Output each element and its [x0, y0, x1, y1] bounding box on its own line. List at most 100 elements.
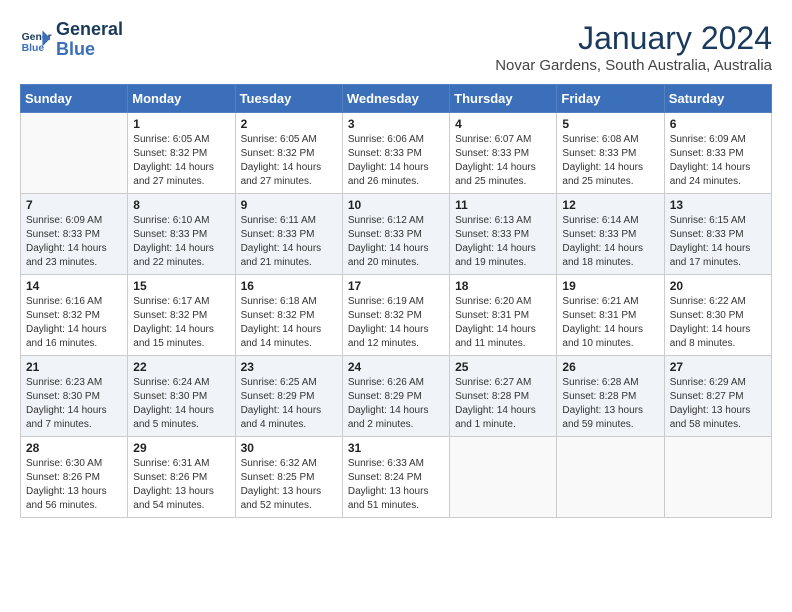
day-info: Sunrise: 6:15 AM Sunset: 8:33 PM Dayligh… [670, 214, 766, 270]
calendar-cell: 12 Sunrise: 6:14 AM Sunset: 8:33 PM Dayli… [557, 194, 664, 275]
day-info: Sunrise: 6:19 AM Sunset: 8:32 PM Dayligh… [348, 295, 444, 351]
calendar-cell: 14Sunrise: 6:16 AM Sunset: 8:32 PM Dayli… [21, 275, 128, 356]
calendar-week-row: 28 Sunrise: 6:30 AM Sunset: 8:26 PM Dayli… [21, 437, 772, 518]
calendar-cell: 8 Sunrise: 6:10 AM Sunset: 8:33 PM Daylig… [128, 194, 235, 275]
day-info: Sunrise: 6:32 AM Sunset: 8:25 PM Dayligh… [241, 457, 337, 513]
day-number: 22 [133, 360, 229, 374]
calendar-cell: 10 Sunrise: 6:12 AM Sunset: 8:33 PM Dayli… [342, 194, 449, 275]
day-number: 6 [670, 117, 766, 131]
day-number: 18 [455, 279, 551, 293]
page-header: General Blue General Blue January 2024 N… [20, 20, 772, 74]
day-number: 15 [133, 279, 229, 293]
calendar-cell: 22Sunrise: 6:24 AM Sunset: 8:30 PM Dayli… [128, 356, 235, 437]
day-info: Sunrise: 6:27 AM Sunset: 8:28 PM Dayligh… [455, 376, 551, 432]
day-number: 9 [241, 198, 337, 212]
day-info: Sunrise: 6:33 AM Sunset: 8:24 PM Dayligh… [348, 457, 444, 513]
day-info: Sunrise: 6:26 AM Sunset: 8:29 PM Dayligh… [348, 376, 444, 432]
month-title: January 2024 [495, 20, 772, 57]
day-info: Sunrise: 6:13 AM Sunset: 8:33 PM Dayligh… [455, 214, 551, 270]
calendar-cell: 19 Sunrise: 6:21 AM Sunset: 8:31 PM Dayli… [557, 275, 664, 356]
day-info: Sunrise: 6:05 AM Sunset: 8:32 PM Dayligh… [241, 133, 337, 189]
day-number: 2 [241, 117, 337, 131]
day-info: Sunrise: 6:09 AM Sunset: 8:33 PM Dayligh… [670, 133, 766, 189]
day-number: 13 [670, 198, 766, 212]
day-number: 23 [241, 360, 337, 374]
day-info: Sunrise: 6:17 AM Sunset: 8:32 PM Dayligh… [133, 295, 229, 351]
calendar-cell: 3 Sunrise: 6:06 AM Sunset: 8:33 PM Daylig… [342, 113, 449, 194]
day-number: 17 [348, 279, 444, 293]
logo-wordmark: General Blue [56, 20, 123, 60]
day-info: Sunrise: 6:23 AM Sunset: 8:30 PM Dayligh… [26, 376, 122, 432]
day-number: 5 [562, 117, 658, 131]
day-number: 4 [455, 117, 551, 131]
day-info: Sunrise: 6:10 AM Sunset: 8:33 PM Dayligh… [133, 214, 229, 270]
calendar-week-row: 1Sunrise: 6:05 AM Sunset: 8:32 PM Daylig… [21, 113, 772, 194]
calendar-cell: 11Sunrise: 6:13 AM Sunset: 8:33 PM Dayli… [450, 194, 557, 275]
day-info: Sunrise: 6:16 AM Sunset: 8:32 PM Dayligh… [26, 295, 122, 351]
day-info: Sunrise: 6:11 AM Sunset: 8:33 PM Dayligh… [241, 214, 337, 270]
day-number: 27 [670, 360, 766, 374]
day-number: 3 [348, 117, 444, 131]
day-info: Sunrise: 6:28 AM Sunset: 8:28 PM Dayligh… [562, 376, 658, 432]
day-info: Sunrise: 6:06 AM Sunset: 8:33 PM Dayligh… [348, 133, 444, 189]
calendar-cell: 21 Sunrise: 6:23 AM Sunset: 8:30 PM Dayli… [21, 356, 128, 437]
calendar-cell: 15 Sunrise: 6:17 AM Sunset: 8:32 PM Dayli… [128, 275, 235, 356]
calendar-body: 1Sunrise: 6:05 AM Sunset: 8:32 PM Daylig… [21, 113, 772, 518]
day-number: 31 [348, 441, 444, 455]
calendar-cell: 18Sunrise: 6:20 AM Sunset: 8:31 PM Dayli… [450, 275, 557, 356]
calendar-cell [664, 437, 771, 518]
calendar-cell: 25 Sunrise: 6:27 AM Sunset: 8:28 PM Dayli… [450, 356, 557, 437]
day-number: 7 [26, 198, 122, 212]
day-number: 21 [26, 360, 122, 374]
column-header-friday: Friday [557, 85, 664, 113]
calendar-cell: 20 Sunrise: 6:22 AM Sunset: 8:30 PM Dayli… [664, 275, 771, 356]
calendar-cell: 27 Sunrise: 6:29 AM Sunset: 8:27 PM Dayli… [664, 356, 771, 437]
day-info: Sunrise: 6:31 AM Sunset: 8:26 PM Dayligh… [133, 457, 229, 513]
calendar-cell: 1Sunrise: 6:05 AM Sunset: 8:32 PM Daylig… [128, 113, 235, 194]
day-number: 26 [562, 360, 658, 374]
calendar-cell: 13 Sunrise: 6:15 AM Sunset: 8:33 PM Dayli… [664, 194, 771, 275]
day-number: 19 [562, 279, 658, 293]
calendar-cell: 5Sunrise: 6:08 AM Sunset: 8:33 PM Daylig… [557, 113, 664, 194]
calendar-cell [450, 437, 557, 518]
calendar-cell: 24 Sunrise: 6:26 AM Sunset: 8:29 PM Dayli… [342, 356, 449, 437]
column-header-saturday: Saturday [664, 85, 771, 113]
svg-text:Blue: Blue [22, 43, 45, 54]
day-info: Sunrise: 6:22 AM Sunset: 8:30 PM Dayligh… [670, 295, 766, 351]
day-number: 10 [348, 198, 444, 212]
calendar-cell: 26 Sunrise: 6:28 AM Sunset: 8:28 PM Dayli… [557, 356, 664, 437]
column-header-wednesday: Wednesday [342, 85, 449, 113]
day-info: Sunrise: 6:07 AM Sunset: 8:33 PM Dayligh… [455, 133, 551, 189]
day-info: Sunrise: 6:05 AM Sunset: 8:32 PM Dayligh… [133, 133, 229, 189]
day-number: 12 [562, 198, 658, 212]
day-number: 24 [348, 360, 444, 374]
day-number: 29 [133, 441, 229, 455]
calendar-week-row: 7 Sunrise: 6:09 AM Sunset: 8:33 PM Daylig… [21, 194, 772, 275]
calendar-cell: 4 Sunrise: 6:07 AM Sunset: 8:33 PM Daylig… [450, 113, 557, 194]
day-info: Sunrise: 6:21 AM Sunset: 8:31 PM Dayligh… [562, 295, 658, 351]
calendar-cell: 28 Sunrise: 6:30 AM Sunset: 8:26 PM Dayli… [21, 437, 128, 518]
day-number: 8 [133, 198, 229, 212]
calendar-week-row: 14Sunrise: 6:16 AM Sunset: 8:32 PM Dayli… [21, 275, 772, 356]
day-info: Sunrise: 6:14 AM Sunset: 8:33 PM Dayligh… [562, 214, 658, 270]
calendar-cell: 6 Sunrise: 6:09 AM Sunset: 8:33 PM Daylig… [664, 113, 771, 194]
day-number: 25 [455, 360, 551, 374]
calendar-cell: 7 Sunrise: 6:09 AM Sunset: 8:33 PM Daylig… [21, 194, 128, 275]
title-block: January 2024 Novar Gardens, South Austra… [495, 20, 772, 74]
day-info: Sunrise: 6:29 AM Sunset: 8:27 PM Dayligh… [670, 376, 766, 432]
day-info: Sunrise: 6:09 AM Sunset: 8:33 PM Dayligh… [26, 214, 122, 270]
day-number: 28 [26, 441, 122, 455]
column-header-thursday: Thursday [450, 85, 557, 113]
logo-icon: General Blue [20, 24, 52, 56]
calendar-cell: 16Sunrise: 6:18 AM Sunset: 8:32 PM Dayli… [235, 275, 342, 356]
calendar-cell [21, 113, 128, 194]
day-info: Sunrise: 6:30 AM Sunset: 8:26 PM Dayligh… [26, 457, 122, 513]
logo: General Blue General Blue [20, 20, 123, 60]
day-number: 20 [670, 279, 766, 293]
day-number: 16 [241, 279, 337, 293]
calendar-cell: 29 Sunrise: 6:31 AM Sunset: 8:26 PM Dayli… [128, 437, 235, 518]
calendar-cell: 31 Sunrise: 6:33 AM Sunset: 8:24 PM Dayli… [342, 437, 449, 518]
day-number: 30 [241, 441, 337, 455]
day-info: Sunrise: 6:12 AM Sunset: 8:33 PM Dayligh… [348, 214, 444, 270]
calendar-cell: 30 Sunrise: 6:32 AM Sunset: 8:25 PM Dayli… [235, 437, 342, 518]
